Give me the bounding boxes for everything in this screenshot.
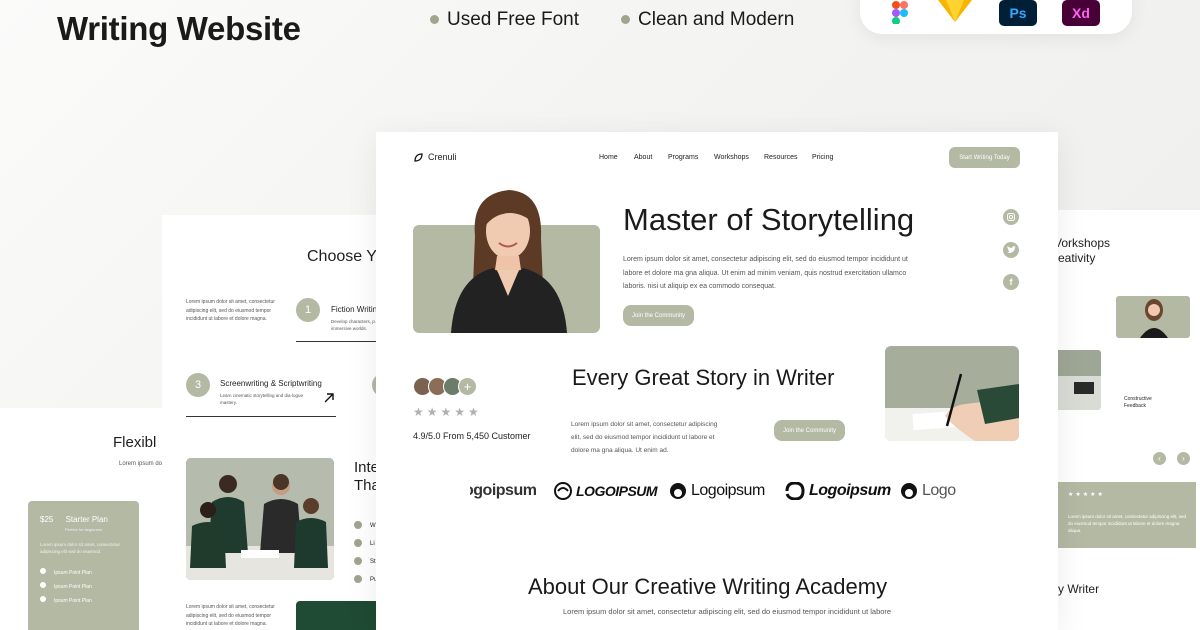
story-body: Lorem ipsum dolor sit amet, consectetur … bbox=[571, 421, 718, 454]
hero-photo bbox=[413, 186, 600, 333]
leaf-logo-icon bbox=[785, 482, 805, 500]
rating-text: 4.9/5.0 From 5,450 Customer bbox=[413, 431, 531, 441]
team-photo bbox=[186, 458, 334, 580]
nav-pricing[interactable]: Pricing bbox=[812, 154, 833, 161]
partner-logo: Logoipsum bbox=[669, 482, 765, 500]
bullet-icon bbox=[430, 15, 439, 25]
program-item[interactable]: 3 Screenwriting & Scriptwriting Learn ci… bbox=[186, 373, 336, 417]
story-join-button[interactable]: Join the Community bbox=[774, 420, 845, 441]
testimonial-stars: ★★★★★ bbox=[1068, 492, 1105, 498]
writer-thumb bbox=[1116, 296, 1190, 338]
cta-button[interactable]: Start Writing Today bbox=[949, 147, 1020, 168]
plan-subtitle: Perfect for beginners bbox=[65, 527, 103, 532]
photoshop-icon: Ps bbox=[999, 0, 1037, 26]
plan-desc: Lorem ipsum dolor sit amet, consectetur … bbox=[40, 542, 121, 554]
workshops-heading: Vorkshops bbox=[1054, 236, 1111, 250]
programs-page-mockup: Choose Y Lorem ipsum dolor sit amet, con… bbox=[162, 215, 396, 630]
pricing-page-mockup: Flexibl Lorem ipsum do $25 Starter Plan … bbox=[0, 408, 165, 630]
pricing-intro: Lorem ipsum do bbox=[119, 461, 163, 467]
caption: Constructive Feedback bbox=[1124, 396, 1152, 409]
brand-logo[interactable]: Crenuli bbox=[414, 152, 457, 162]
tools-card: Ps Xd bbox=[860, 0, 1132, 34]
hero-title: Master of Storytelling bbox=[623, 202, 915, 237]
bottom-heading: ry Writer bbox=[1054, 582, 1100, 596]
nav-about[interactable]: About bbox=[634, 154, 652, 161]
workshops-page-mockup: Vorkshops reativity Constructive Feedbac… bbox=[1036, 210, 1200, 630]
check-icon bbox=[40, 582, 46, 588]
dot-icon bbox=[354, 557, 362, 566]
plan-price: $25 bbox=[40, 515, 54, 524]
partner-logo: Logo bbox=[900, 482, 956, 500]
nav-programs[interactable]: Programs bbox=[668, 154, 698, 161]
xd-icon: Xd bbox=[1062, 0, 1100, 26]
sketch-icon bbox=[938, 0, 972, 22]
check-icon bbox=[40, 568, 46, 574]
plan-feature: Ipsum Point Plan bbox=[40, 566, 92, 580]
plan-card[interactable]: $25 Starter Plan Perfect for beginners L… bbox=[28, 501, 139, 630]
burst-icon bbox=[900, 482, 918, 500]
workshops-heading: reativity bbox=[1054, 251, 1096, 265]
pricing-title: Flexibl bbox=[113, 434, 157, 451]
list-item: Li bbox=[354, 535, 377, 553]
programs-intro: Lorem ipsum dolor sit amet, consectetur … bbox=[186, 299, 275, 322]
program-number: 3 bbox=[186, 373, 210, 397]
about-title: About Our Creative Writing Academy bbox=[528, 574, 888, 599]
program-title: Fiction Writin bbox=[331, 305, 378, 314]
burst-icon bbox=[669, 482, 687, 500]
add-icon[interactable]: + bbox=[458, 377, 477, 396]
bullet-icon bbox=[621, 15, 630, 25]
partner-logo: Logoipsum bbox=[785, 482, 891, 500]
avatar-group: + bbox=[413, 377, 485, 397]
partner-logo: LOGOIPSUM bbox=[554, 482, 658, 500]
dot-icon bbox=[354, 575, 362, 584]
brand-name: Crenuli bbox=[428, 152, 457, 162]
about-body: Lorem ipsum dolor sit amet, consectetur … bbox=[563, 607, 892, 616]
hero-body: Lorem ipsum dolor sit amet, consectetur … bbox=[623, 256, 908, 290]
nav-resources[interactable]: Resources bbox=[764, 154, 797, 161]
instagram-icon[interactable] bbox=[1003, 209, 1019, 225]
rating-stars: ★★★★★ bbox=[413, 405, 482, 419]
swirl-icon bbox=[554, 482, 572, 500]
program-title: Screenwriting & Scriptwriting bbox=[220, 379, 322, 388]
dot-icon bbox=[354, 521, 362, 530]
list-item: W bbox=[354, 517, 377, 535]
facebook-icon[interactable]: f bbox=[1003, 274, 1019, 290]
logo-strip: ogoipsum LOGOIPSUM Logoipsum Logoipsum L… bbox=[470, 476, 960, 508]
nav-workshops[interactable]: Workshops bbox=[714, 154, 749, 161]
feature-item: Clean and Modern bbox=[621, 9, 794, 31]
next-arrow-button[interactable]: › bbox=[1177, 452, 1190, 465]
testimonial-card: ★★★★★ Lorem ipsum dolor sit amet, consec… bbox=[1058, 482, 1196, 548]
programs-body: Lorem ipsum dolor sit amet, consectetur … bbox=[186, 604, 275, 627]
plan-name: Starter Plan bbox=[65, 515, 108, 524]
program-desc: Learn cinematic storytelling and dia-log… bbox=[220, 393, 304, 405]
feature-item: Used Free Font bbox=[430, 9, 579, 31]
banner-title: Writing Website bbox=[57, 10, 301, 47]
programs-title: Choose Y bbox=[307, 248, 377, 265]
check-icon bbox=[40, 596, 46, 602]
figma-icon bbox=[888, 0, 912, 24]
nav-home[interactable]: Home bbox=[599, 154, 618, 161]
testimonial-text: Lorem ipsum dolor sit amet, consectetur … bbox=[1068, 514, 1187, 533]
dot-icon bbox=[354, 539, 362, 548]
plan-feature: Ipsum Point Plan bbox=[40, 594, 92, 608]
hero-join-button[interactable]: Join the Community bbox=[623, 305, 694, 326]
program-number: 1 bbox=[296, 298, 320, 322]
twitter-icon[interactable] bbox=[1003, 242, 1019, 258]
writing-photo bbox=[885, 346, 1019, 441]
list-item: Pu bbox=[354, 571, 377, 589]
plan-feature: Ipsum Point Plan bbox=[40, 580, 92, 594]
list-item: St bbox=[354, 553, 377, 571]
arrow-up-right-icon bbox=[324, 393, 334, 403]
partner-logo: ogoipsum bbox=[470, 482, 537, 499]
story-title: Every Great Story in Writer bbox=[572, 365, 835, 390]
prev-arrow-button[interactable]: ‹ bbox=[1153, 452, 1166, 465]
leaf-icon bbox=[414, 152, 423, 162]
